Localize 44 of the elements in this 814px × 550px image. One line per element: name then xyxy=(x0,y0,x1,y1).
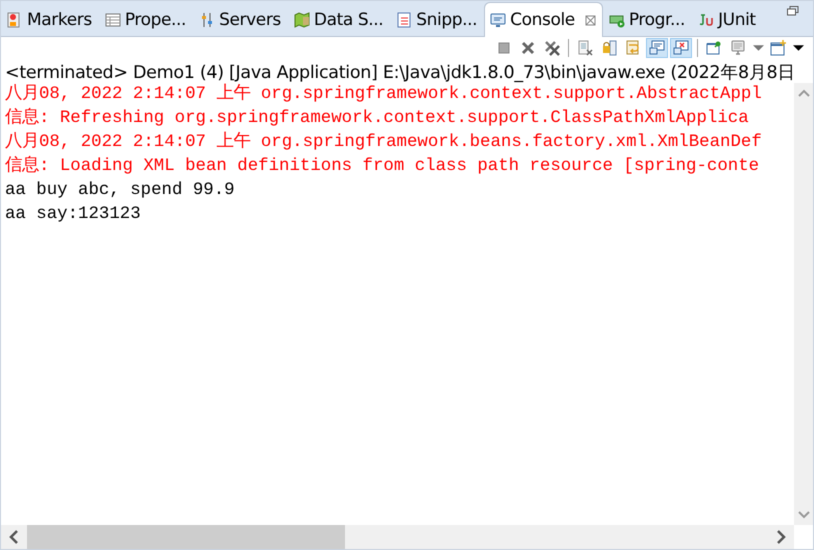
scrollbar-thumb[interactable] xyxy=(27,525,345,549)
wrap-icon xyxy=(625,40,641,56)
pin-icon xyxy=(706,40,722,56)
console-button[interactable] xyxy=(646,38,668,58)
console-line: 八月08, 2022 2:14:07 上午 org.springframework.context.support.AbstractAppl xyxy=(5,83,762,106)
chevron-up-icon xyxy=(798,89,810,97)
console-line: 信息: Refreshing org.springframework.context.support.ClassPathXmlApplica xyxy=(5,107,749,130)
map-icon xyxy=(294,12,310,28)
tab[interactable]: Snipp... xyxy=(390,2,484,36)
stop-icon xyxy=(496,40,512,56)
tab[interactable]: Data S... xyxy=(288,2,390,36)
tab[interactable]: Progr... xyxy=(602,2,692,36)
tab[interactable]: JUnit xyxy=(692,2,763,36)
chevron-down-icon xyxy=(798,511,810,519)
tab[interactable]: Console xyxy=(484,2,603,37)
console-line: aa say:123123 xyxy=(5,204,141,226)
close-icon[interactable] xyxy=(584,14,596,26)
caret-icon xyxy=(752,45,764,51)
double-cross-icon xyxy=(544,40,560,56)
chevron-right-icon xyxy=(776,530,786,544)
console-line: 八月08, 2022 2:14:07 上午 org.springframework.beans.factory.xml.XmlBeanDef xyxy=(5,131,762,154)
restore-icon[interactable] xyxy=(787,6,799,16)
table-icon xyxy=(104,12,121,28)
tab[interactable]: Servers xyxy=(193,2,288,36)
tab[interactable]: Markers xyxy=(1,2,99,36)
console-error-icon xyxy=(673,40,689,56)
console-header: <terminated> Demo1 (4) [Java Application] E:\Java\jdk1.8.0_73\bin\javaw.exe (2022年8月8日 xyxy=(4,62,796,83)
monitor-icon xyxy=(730,40,746,56)
junit-icon xyxy=(698,12,714,28)
console-line: aa buy abc, spend 99.9 xyxy=(5,180,235,202)
clear-document-icon xyxy=(577,40,593,56)
vertical-scrollbar[interactable] xyxy=(794,83,813,525)
console-error-button[interactable] xyxy=(670,38,692,58)
console-line: 信息: Loading XML bean definitions from class path resource [spring-conte xyxy=(5,155,760,178)
lock-icon xyxy=(601,40,617,56)
caret-icon xyxy=(792,45,804,51)
console-icon xyxy=(649,40,665,56)
horizontal-scrollbar[interactable] xyxy=(1,525,794,549)
cross-icon xyxy=(520,40,536,56)
new-window-icon xyxy=(770,40,786,56)
tab[interactable]: Prope... xyxy=(98,2,194,36)
chevron-left-icon xyxy=(9,530,19,544)
document-icon xyxy=(396,12,412,28)
monitor-icon xyxy=(490,12,506,28)
